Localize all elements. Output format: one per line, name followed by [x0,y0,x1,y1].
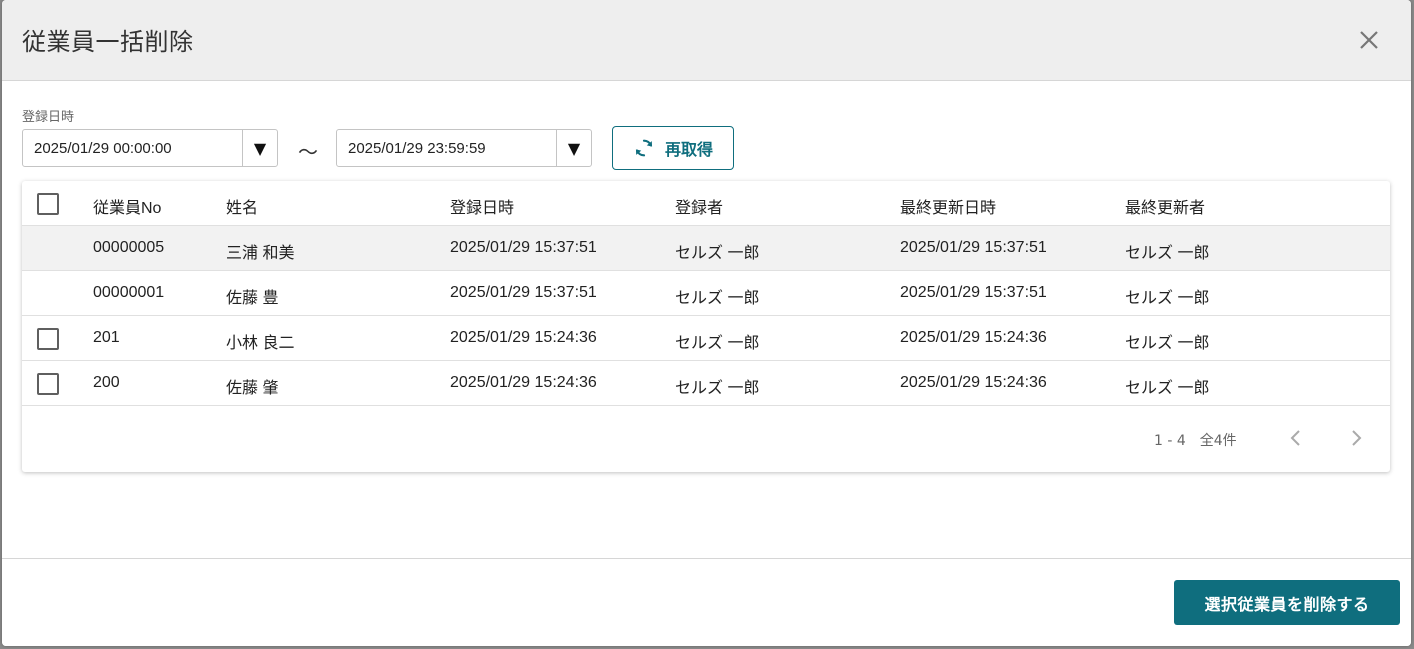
date-to-dropdown-button[interactable]: ▼ [556,130,591,166]
refresh-button-label: 再取得 [664,140,713,159]
row-checkbox[interactable] [37,373,59,395]
date-from-dropdown-button[interactable]: ▼ [242,130,277,166]
refresh-icon [635,139,653,157]
next-page-button[interactable] [1344,426,1368,450]
registered-at-cell: 2025/01/29 15:24:36 [450,329,597,346]
date-to-select[interactable]: 2025/01/29 23:59:59 ▼ [336,129,592,167]
name-cell: 小林 良二 [226,335,295,352]
dialog-title: 従業員一括削除 [22,28,194,56]
dialog-footer: 選択従業員を削除する [2,558,1411,646]
updated-by-cell: セルズ 一郎 [1125,335,1210,352]
registered-date-label: 登録日時 [22,110,75,125]
table-row[interactable]: 200 佐藤 肇 2025/01/29 15:24:36 セルズ 一郎 2025… [22,361,1390,406]
bulk-delete-dialog: 従業員一括削除 登録日時 2025/01/29 00:00:00 ▼ ～ 202… [2,0,1411,646]
date-from-value: 2025/01/29 00:00:00 [34,140,172,157]
name-cell: 三浦 和美 [226,245,295,262]
chevron-left-icon [1290,430,1300,446]
registered-by-cell: セルズ 一郎 [675,380,760,397]
employee-table: 従業員No 姓名 登録日時 登録者 最終更新日時 最終更新者 00000005 … [22,181,1390,472]
employee-no-cell: 201 [93,329,120,346]
column-header-employee-no[interactable]: 従業員No [93,194,161,218]
caret-down-icon: ▼ [567,138,581,158]
updated-by-cell: セルズ 一郎 [1125,290,1210,307]
dialog-header: 従業員一括削除 [2,0,1411,81]
employee-no-cell: 200 [93,374,120,391]
table-row[interactable]: 00000005 三浦 和美 2025/01/29 15:37:51 セルズ 一… [22,226,1390,271]
close-icon [1360,31,1378,49]
updated-at-cell: 2025/01/29 15:24:36 [900,329,1047,346]
table-pagination: 1 - 4 全4件 [22,406,1390,472]
date-range-separator: ～ [298,140,318,164]
column-header-updated-at[interactable]: 最終更新日時 [900,194,996,218]
registered-at-cell: 2025/01/29 15:37:51 [450,239,597,256]
prev-page-button[interactable] [1284,426,1308,450]
registered-at-cell: 2025/01/29 15:37:51 [450,284,597,301]
employee-no-cell: 00000001 [93,284,165,301]
close-button[interactable] [1353,24,1385,56]
registered-by-cell: セルズ 一郎 [675,245,760,262]
table-row[interactable]: 00000001 佐藤 豊 2025/01/29 15:37:51 セルズ 一郎… [22,271,1390,316]
updated-by-cell: セルズ 一郎 [1125,380,1210,397]
updated-at-cell: 2025/01/29 15:37:51 [900,239,1047,256]
column-header-registered-at[interactable]: 登録日時 [450,194,514,218]
updated-by-cell: セルズ 一郎 [1125,245,1210,262]
registered-by-cell: セルズ 一郎 [675,335,760,352]
name-cell: 佐藤 豊 [226,290,279,307]
registered-by-cell: セルズ 一郎 [675,290,760,307]
date-from-select[interactable]: 2025/01/29 00:00:00 ▼ [22,129,278,167]
column-header-registered-by[interactable]: 登録者 [675,194,723,218]
employee-no-cell: 00000005 [93,239,165,256]
registered-at-cell: 2025/01/29 15:24:36 [450,374,597,391]
refresh-button[interactable]: 再取得 [612,126,734,170]
updated-at-cell: 2025/01/29 15:37:51 [900,284,1047,301]
updated-at-cell: 2025/01/29 15:24:36 [900,374,1047,391]
delete-selected-employees-button[interactable]: 選択従業員を削除する [1174,580,1400,625]
chevron-right-icon [1352,430,1362,446]
date-to-value: 2025/01/29 23:59:59 [348,140,486,157]
name-cell: 佐藤 肇 [226,380,279,397]
column-header-name[interactable]: 姓名 [226,194,258,218]
select-all-checkbox[interactable] [37,193,59,215]
caret-down-icon: ▼ [253,138,267,158]
row-checkbox[interactable] [37,328,59,350]
table-header-row: 従業員No 姓名 登録日時 登録者 最終更新日時 最終更新者 [22,181,1390,226]
column-header-updated-by[interactable]: 最終更新者 [1125,194,1205,218]
page-range-info: 1 - 4 全4件 [1154,433,1237,449]
table-row[interactable]: 201 小林 良二 2025/01/29 15:24:36 セルズ 一郎 202… [22,316,1390,361]
